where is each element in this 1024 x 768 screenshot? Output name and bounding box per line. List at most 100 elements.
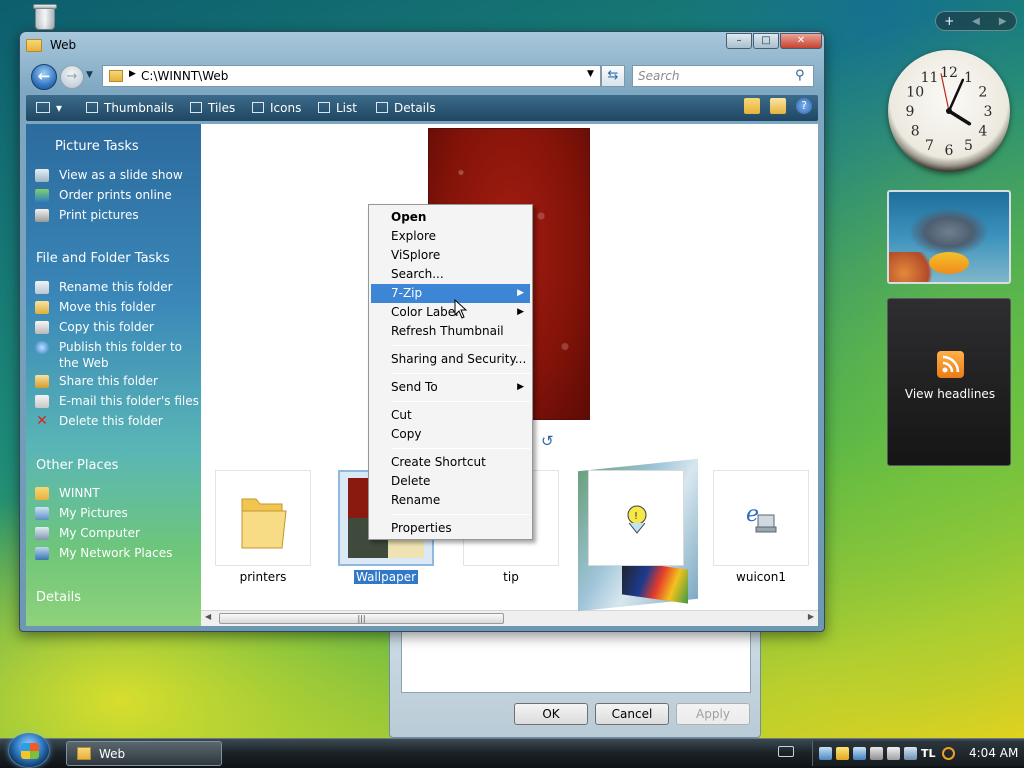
volume-tray-icon[interactable]	[853, 747, 866, 760]
file-label[interactable]: printers	[208, 570, 318, 584]
thumbnails-view-button[interactable]: Thumbnails	[86, 99, 174, 117]
place-my-computer-link[interactable]: My Computer	[59, 525, 199, 541]
network-tray-icon[interactable]	[819, 747, 832, 760]
other-places-heading[interactable]: Other Places	[36, 458, 118, 473]
ok-button[interactable]: OK	[514, 703, 588, 725]
context-menu-item[interactable]: 7-Zip ▶	[371, 284, 530, 303]
minimize-button[interactable]: –	[726, 33, 752, 49]
email-files-link[interactable]: E-mail this folder's files	[59, 393, 199, 409]
context-menu-item[interactable]: Color Label ▶	[371, 303, 530, 322]
hour-hand	[947, 109, 972, 126]
picture-tasks-heading[interactable]: Picture Tasks	[55, 139, 139, 154]
taskbar-window-label: Web	[99, 747, 126, 761]
context-menu-item[interactable]: Explore	[371, 227, 530, 246]
up-folder-icon[interactable]	[744, 98, 760, 114]
context-menu-item[interactable]: Rename	[371, 491, 530, 510]
taskbar-clock[interactable]: 4:04 AM	[969, 746, 1018, 760]
taskbar-window-button[interactable]: Web	[66, 741, 222, 766]
next-gadgets-icon[interactable]: ▶	[989, 16, 1016, 27]
tiles-view-button[interactable]: Tiles	[190, 99, 235, 117]
breadcrumb-arrow-icon[interactable]: ▶	[129, 69, 136, 79]
close-button[interactable]: ✕	[780, 33, 822, 49]
file-thumbnail[interactable]	[215, 470, 311, 566]
view-slideshow-link[interactable]: View as a slide show	[59, 167, 199, 183]
place-winnt-link[interactable]: WINNT	[59, 485, 199, 501]
cancel-button[interactable]: Cancel	[595, 703, 669, 725]
rename-folder-link[interactable]: Rename this folder	[59, 279, 199, 295]
context-menu-item[interactable]: Copy	[371, 425, 530, 444]
move-folder-link[interactable]: Move this folder	[59, 299, 199, 315]
keyboard-layout-icon[interactable]	[778, 746, 794, 757]
slideshow-gadget[interactable]	[887, 190, 1011, 284]
add-gadget-icon[interactable]: +	[936, 14, 963, 28]
tiles-label: Tiles	[208, 101, 236, 115]
context-menu-item[interactable]: Send To ▶	[371, 378, 530, 397]
context-menu-item[interactable]: Cut	[371, 406, 530, 425]
move-folder-icon	[35, 301, 49, 314]
print-pictures-link[interactable]: Print pictures	[59, 207, 199, 223]
clock-numeral: 5	[964, 138, 973, 154]
details-heading[interactable]: Details	[36, 590, 81, 605]
scroll-left-icon[interactable]: ◀	[205, 612, 211, 621]
context-menu-item[interactable]: Search...	[371, 265, 530, 284]
place-network-link[interactable]: My Network Places	[59, 545, 199, 561]
delete-folder-link[interactable]: Delete this folder	[59, 413, 199, 429]
context-menu: Open Explore ViSplore Search... 7-Zip ▶ Color …	[368, 204, 533, 540]
search-icon[interactable]: ⚲	[795, 68, 805, 83]
scroll-right-icon[interactable]: ▶	[808, 612, 814, 621]
forward-button[interactable]: →	[60, 65, 84, 89]
details-view-button[interactable]: Details	[376, 99, 436, 117]
icons-view-button[interactable]: Icons	[252, 99, 301, 117]
battery-tray-icon[interactable]	[870, 747, 883, 760]
maximize-button[interactable]: □	[753, 33, 779, 49]
context-menu-item[interactable]: Create Shortcut	[371, 453, 530, 472]
address-dropdown-icon[interactable]: ▼	[587, 69, 594, 79]
publish-folder-link[interactable]: Publish this folder to the Web	[59, 339, 199, 371]
language-tray-icon[interactable]: TL	[921, 747, 936, 760]
search-input[interactable]: Search ⚲	[632, 65, 814, 87]
copy-folder-link[interactable]: Copy this folder	[59, 319, 199, 335]
feed-headlines-gadget[interactable]: View headlines	[887, 298, 1011, 466]
sidebar-controls: + ◀ ▶	[935, 11, 1017, 31]
device-tray-icon[interactable]	[887, 747, 900, 760]
scrollbar-thumb[interactable]: |||	[219, 613, 504, 624]
start-button[interactable]	[8, 733, 50, 768]
file-folder-tasks-heading[interactable]: File and Folder Tasks	[36, 251, 170, 266]
display-tray-icon[interactable]	[904, 747, 917, 760]
apply-button[interactable]: Apply	[676, 703, 750, 725]
rotate-icon[interactable]: ↺	[541, 432, 554, 450]
context-menu-item-label: Sharing and Security...	[391, 352, 527, 366]
horizontal-scrollbar[interactable]: ◀ ||| ▶	[201, 610, 818, 626]
context-menu-item[interactable]: Refresh Thumbnail	[371, 322, 530, 341]
folders-icon[interactable]	[770, 98, 786, 114]
context-menu-item[interactable]: ViSplore	[371, 246, 530, 265]
back-button[interactable]: ←	[31, 64, 57, 90]
context-menu-item[interactable]: Sharing and Security...	[371, 350, 530, 369]
context-menu-item[interactable]: Open	[371, 208, 530, 227]
view-mode-button[interactable]: ▾	[36, 99, 62, 117]
clock-gadget[interactable]: 1 2 3 4 5 6 7 8 9 10 11 12	[888, 50, 1010, 172]
publish-web-icon	[35, 341, 49, 354]
help-icon[interactable]: ?	[796, 98, 812, 114]
title-bar[interactable]: Web – □ ✕	[20, 32, 824, 58]
context-menu-item[interactable]: Properties	[371, 519, 530, 538]
tip-file-thumbnail[interactable]: !	[588, 470, 684, 566]
share-folder-link[interactable]: Share this folder	[59, 373, 199, 389]
address-bar[interactable]: ▶ C:\WINNT\Web ▼	[102, 65, 601, 87]
list-view-button[interactable]: List	[318, 99, 357, 117]
order-prints-link[interactable]: Order prints online	[59, 187, 199, 203]
place-my-pictures-link[interactable]: My Pictures	[59, 505, 199, 521]
security-shield-icon[interactable]	[836, 747, 849, 760]
recent-pages-dropdown[interactable]: ▼	[86, 70, 96, 80]
submenu-arrow-icon: ▶	[517, 288, 524, 298]
view-headlines-link[interactable]: View headlines	[888, 387, 1012, 401]
recycle-bin-icon[interactable]	[32, 2, 58, 32]
file-label-selected[interactable]: Wallpaper	[331, 570, 441, 584]
refresh-button[interactable]: ⇆	[601, 65, 625, 87]
previous-gadgets-icon[interactable]: ◀	[963, 16, 990, 27]
file-label[interactable]: tip	[456, 570, 566, 584]
search-tray-icon[interactable]	[942, 747, 955, 760]
context-menu-item[interactable]: Delete	[371, 472, 530, 491]
address-path[interactable]: C:\WINNT\Web	[141, 69, 228, 83]
submenu-arrow-icon: ▶	[517, 382, 524, 392]
